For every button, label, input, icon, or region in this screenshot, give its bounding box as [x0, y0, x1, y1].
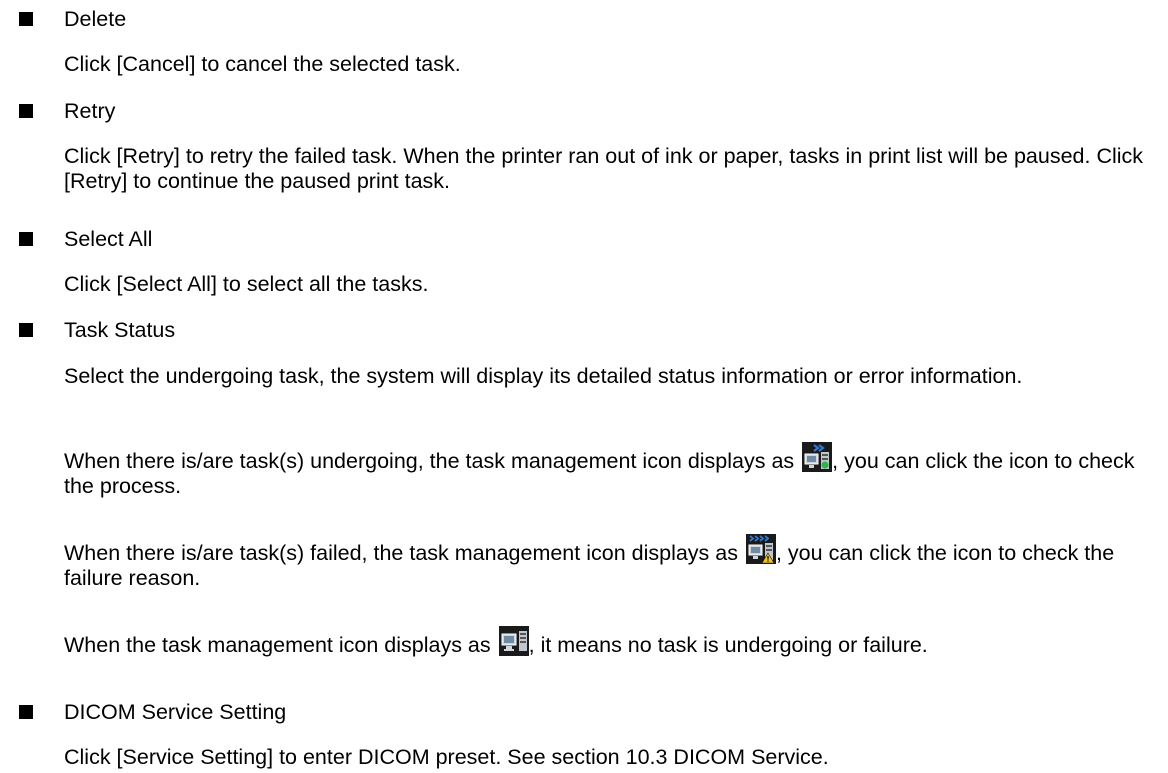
- section-paragraph: When there is/are task(s) undergoing, th…: [64, 442, 1149, 499]
- paragraph-text: , it means no task is undergoing or fail…: [528, 633, 928, 657]
- bullet-marker: [19, 323, 33, 337]
- section-paragraph: When the task management icon displays a…: [64, 626, 1149, 658]
- paragraph-text: When the task management icon displays a…: [64, 633, 491, 657]
- section-paragraph: Click [Select All] to select all the tas…: [64, 272, 429, 296]
- paragraph-text: When there is/are task(s) failed, the ta…: [64, 541, 738, 565]
- task-idle-icon: [498, 626, 529, 656]
- task-undergoing-icon: [802, 442, 833, 472]
- section-paragraph: Select the undergoing task, the system w…: [64, 364, 1023, 388]
- section-paragraph: Click [Service Setting] to enter DICOM p…: [64, 745, 829, 769]
- section-heading: Task Status: [64, 318, 176, 342]
- section-heading: Select All: [64, 227, 153, 251]
- bullet-marker: [19, 232, 33, 246]
- section-heading: Delete: [64, 7, 127, 31]
- paragraph-text: When there is/are task(s) undergoing, th…: [64, 449, 795, 473]
- bullet-marker: [19, 12, 33, 26]
- section-heading: DICOM Service Setting: [64, 700, 287, 724]
- bullet-marker: [19, 705, 33, 719]
- bullet-marker: [19, 104, 33, 118]
- section-heading: Retry: [64, 99, 116, 123]
- document-page: Delete Click [Cancel] to cancel the sele…: [0, 0, 1168, 773]
- section-paragraph: When there is/are task(s) failed, the ta…: [64, 534, 1149, 591]
- section-paragraph: Click [Cancel] to cancel the selected ta…: [64, 52, 461, 76]
- section-paragraph: Click [Retry] to retry the failed task. …: [64, 144, 1144, 193]
- task-failed-icon: [745, 534, 776, 564]
